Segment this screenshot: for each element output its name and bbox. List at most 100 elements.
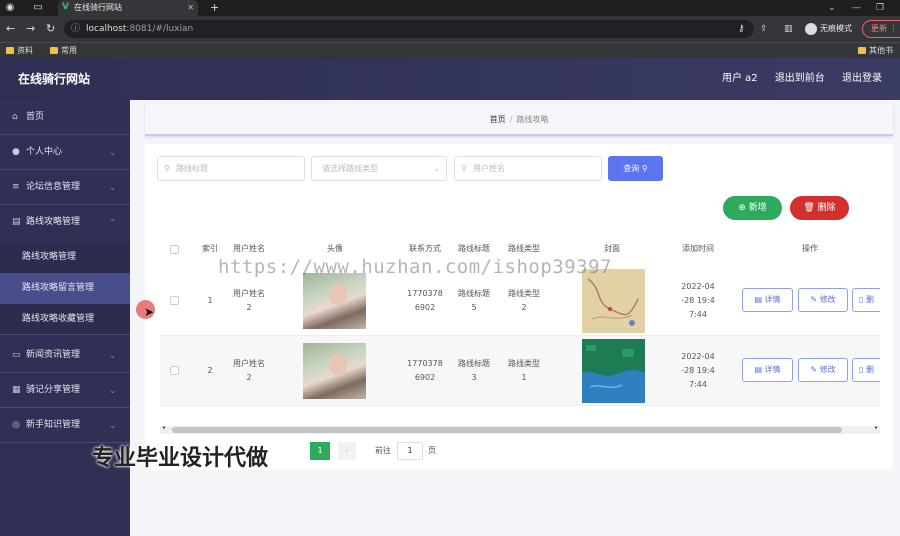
sidebar-item-label: 新手知识管理 (26, 420, 81, 430)
sidebar-item-personal-center[interactable]: ● 个人中心 ⌄ (0, 135, 130, 170)
row-index: 1 (207, 296, 213, 305)
chevron-down-icon: ⌄ (433, 164, 440, 173)
logout-link[interactable]: 退出登录 (842, 73, 882, 84)
table-row[interactable]: 2 用户姓名 2 1770378 6902 路线标题 3 路线类型 1 2022-04 -… (160, 336, 880, 406)
scrollbar-thumb[interactable] (172, 427, 842, 433)
select-all-checkbox[interactable] (170, 245, 179, 254)
url-field[interactable]: ⓘ localhost:8081/#/luxian (64, 20, 754, 38)
route-title-line: 5 (471, 303, 477, 312)
page-current[interactable]: 1 (310, 442, 330, 460)
avatar (303, 273, 366, 329)
phone-line: 1770378 (407, 359, 443, 368)
home-icon: ⌂ (12, 112, 18, 122)
trash-icon: ▯ (859, 365, 864, 374)
user-name-placeholder: 用户姓名 (473, 164, 505, 173)
goto-page-input[interactable]: 1 (397, 442, 423, 460)
horizontal-scrollbar[interactable]: ◂ ▸ (160, 424, 880, 434)
route-title-line: 3 (471, 373, 477, 382)
site-info-icon[interactable]: ⓘ (71, 20, 80, 38)
row-checkbox[interactable] (170, 366, 179, 375)
delete-button[interactable]: 🗑 删除 (790, 196, 849, 220)
cover-image (582, 339, 645, 403)
chrome-icon[interactable]: ◉ (4, 2, 16, 14)
chevron-down-icon[interactable]: ⌄ (828, 0, 836, 16)
detail-button[interactable]: ▤ 详情 (742, 358, 793, 382)
breadcrumb-separator: / (509, 115, 513, 124)
chevron-down-icon: ⌄ (109, 148, 116, 157)
edit-icon: ✎ (810, 365, 818, 374)
row-add-time: 2022-04 -28 19:4 7:44 (675, 350, 721, 392)
sidebar-subitem-label: 路线攻略收藏管理 (22, 314, 95, 324)
tab-overview-icon[interactable]: ▭ (32, 2, 44, 14)
row-delete-button[interactable]: ▯ 删 (852, 288, 880, 312)
sidebar-item-route-guides[interactable]: ▤ 路线攻略管理 ⌃ (0, 205, 130, 240)
minimize-icon[interactable]: — (852, 0, 861, 16)
search-icon: ⚲ (641, 164, 648, 173)
trash-icon: 🗑 (803, 203, 815, 213)
share-icon[interactable]: ⇪ (760, 22, 768, 36)
sidebar-item-beginner[interactable]: ◎ 新手知识管理 ⌄ (0, 408, 130, 443)
back-icon[interactable]: ← (6, 22, 15, 36)
sidebar-item-ride-share[interactable]: ▦ 骑记分享管理 ⌄ (0, 373, 130, 408)
watermark-text: https://www.huzhan.com/ishop39397 (218, 256, 612, 278)
user-name-input[interactable]: ⚲ 用户姓名 (454, 156, 602, 181)
query-label: 查询 (623, 164, 640, 173)
row-checkbox[interactable] (170, 296, 179, 305)
route-type-line: 路线类型 (508, 289, 540, 298)
column-header: 添加时间 (682, 244, 714, 253)
sidebar-subitem-route-guides[interactable]: 路线攻略管理 (0, 242, 130, 273)
edit-button[interactable]: ✎ 修改 (798, 358, 848, 382)
row-route-title: 路线标题 5 (452, 287, 496, 315)
route-title-input[interactable]: ⚲ 路线标题 (157, 156, 305, 181)
edit-button[interactable]: ✎ 修改 (798, 288, 848, 312)
plus-icon: ⊕ (738, 203, 746, 213)
phone-line: 6902 (414, 373, 436, 382)
update-button[interactable]: 更新 ⋮ (862, 20, 900, 38)
browser-tab[interactable]: V 在线骑行网站 ✕ (58, 0, 198, 16)
close-tab-icon[interactable]: ✕ (187, 0, 194, 16)
new-tab-icon[interactable]: + (210, 0, 219, 15)
restore-icon[interactable]: ❐ (876, 0, 884, 16)
add-time-line: 7:44 (689, 380, 707, 389)
detail-label: 详情 (764, 295, 781, 304)
scroll-right-icon[interactable]: ▸ (875, 424, 878, 431)
route-map-illustration (587, 278, 639, 326)
detail-label: 详情 (764, 365, 781, 374)
route-type-select[interactable]: 请选择路线类型 ⌄ (311, 156, 447, 181)
add-button[interactable]: ⊕ 新增 (723, 196, 782, 220)
user-name-line: 2 (246, 303, 252, 312)
route-title-line: 路线标题 (458, 289, 490, 298)
chevron-down-icon: ⌄ (109, 351, 116, 360)
row-delete-button[interactable]: ▯ 删 (852, 358, 880, 382)
add-time-line: -28 19:4 (681, 366, 715, 375)
delete-label: 删除 (817, 203, 836, 213)
scroll-left-icon[interactable]: ◂ (162, 424, 165, 431)
back-to-front-link[interactable]: 退出到前台 (775, 73, 825, 84)
sidepanel-icon[interactable]: ▥ (784, 22, 793, 36)
add-time-line: -28 19:4 (681, 296, 715, 305)
bookmark-folder[interactable]: 资料 (6, 44, 33, 58)
detail-button[interactable]: ▤ 详情 (742, 288, 793, 312)
row-delete-label: 删 (865, 365, 874, 374)
url-path: :8081/#/luxian (126, 24, 194, 34)
sidebar-item-home[interactable]: ⌂ 首页 (0, 100, 130, 135)
breadcrumb-home[interactable]: 首页 (490, 115, 506, 124)
sidebar-subitem-route-comments[interactable]: 路线攻略留言管理 (0, 273, 130, 304)
query-button[interactable]: 查询 ⚲ (608, 156, 663, 181)
site-brand: 在线骑行网站 (18, 72, 91, 86)
sidebar-item-forum[interactable]: ≡ 论坛信息管理 ⌄ (0, 170, 130, 205)
add-label: 新增 (748, 203, 767, 213)
forward-icon[interactable]: → (26, 22, 35, 36)
bookmark-folder[interactable]: 常用 (50, 44, 77, 58)
reload-icon[interactable]: ↻ (46, 22, 55, 36)
chevron-up-icon: ⌃ (109, 218, 116, 227)
detail-icon: ▤ (754, 365, 762, 374)
sidebar-subitem-route-favorites[interactable]: 路线攻略收藏管理 (0, 304, 130, 335)
sidebar-item-news[interactable]: ▭ 新闻资讯管理 ⌄ (0, 338, 130, 373)
next-page-button[interactable]: › (338, 442, 356, 460)
grid-icon: ▦ (12, 385, 21, 395)
incognito-indicator[interactable]: 无痕模式 (805, 21, 852, 37)
url-host: localhost (86, 24, 127, 34)
add-time-line: 7:44 (689, 310, 707, 319)
key-icon[interactable]: ⚷ (738, 22, 745, 36)
